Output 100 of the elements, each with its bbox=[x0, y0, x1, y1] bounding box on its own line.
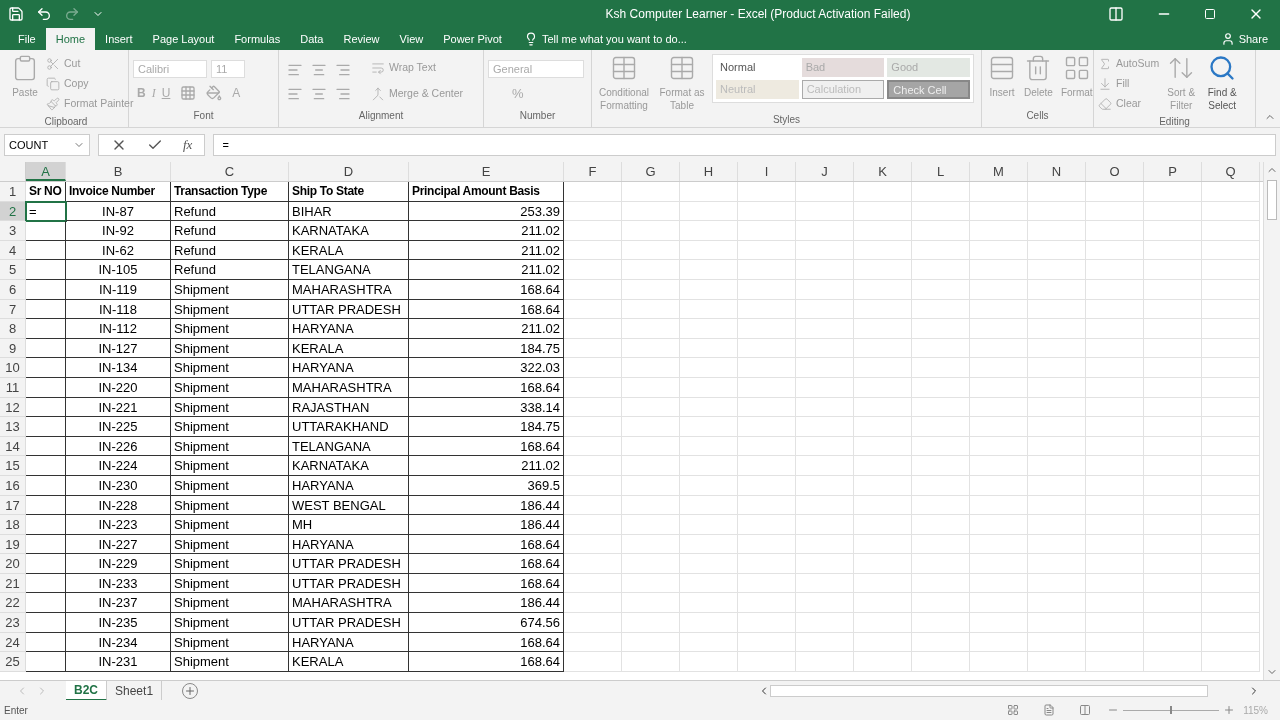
tell-me-field[interactable]: Tell me what you want to do... bbox=[515, 28, 695, 50]
column-header[interactable]: F bbox=[564, 162, 622, 181]
column-header[interactable]: Q bbox=[1202, 162, 1260, 181]
table-cell: HARYANA bbox=[289, 475, 409, 496]
column-header[interactable]: A bbox=[26, 162, 66, 181]
column-header[interactable]: D bbox=[289, 162, 409, 181]
undo-icon[interactable] bbox=[36, 6, 52, 22]
empty-cell bbox=[680, 515, 738, 535]
formula-field[interactable]: = bbox=[213, 134, 1276, 156]
save-icon[interactable] bbox=[8, 6, 24, 22]
row-header[interactable]: 9 bbox=[0, 338, 26, 359]
ribbon-tab[interactable]: Insert bbox=[95, 28, 143, 50]
column-header[interactable]: B bbox=[66, 162, 171, 181]
normal-view-icon[interactable] bbox=[1007, 704, 1020, 716]
table-cell: IN-220 bbox=[66, 377, 171, 398]
table-cell: Shipment bbox=[171, 613, 289, 633]
scroll-thumb[interactable] bbox=[1267, 180, 1277, 220]
row-header[interactable]: 24 bbox=[0, 632, 26, 653]
page-layout-view-icon[interactable] bbox=[1043, 704, 1056, 716]
row-header[interactable]: 4 bbox=[0, 240, 26, 261]
table-cell: IN-119 bbox=[66, 279, 171, 300]
empty-cell bbox=[1028, 279, 1086, 300]
ribbon-tab[interactable]: Page Layout bbox=[142, 28, 225, 50]
vertical-scrollbar[interactable] bbox=[1263, 162, 1280, 680]
page-break-view-icon[interactable] bbox=[1079, 704, 1092, 716]
column-header[interactable]: E bbox=[409, 162, 564, 181]
sheet-tab[interactable]: B2C bbox=[66, 680, 107, 701]
empty-cell bbox=[912, 573, 970, 594]
empty-cell bbox=[796, 201, 854, 222]
column-header[interactable]: H bbox=[680, 162, 738, 181]
column-header[interactable]: M bbox=[970, 162, 1028, 181]
column-header[interactable]: N bbox=[1028, 162, 1086, 181]
restore-icon[interactable] bbox=[1204, 8, 1216, 20]
row-header[interactable]: 14 bbox=[0, 436, 26, 457]
row-header[interactable]: 15 bbox=[0, 456, 26, 476]
column-header[interactable]: G bbox=[622, 162, 680, 181]
row-header[interactable]: 22 bbox=[0, 593, 26, 614]
table-cell: UTTAR PRADESH bbox=[289, 299, 409, 320]
empty-cell bbox=[912, 593, 970, 614]
ribbon-tab[interactable]: Home bbox=[45, 28, 96, 50]
ribbon-tab[interactable]: Data bbox=[290, 28, 334, 50]
empty-cell bbox=[912, 436, 970, 457]
redo-icon[interactable] bbox=[64, 6, 80, 22]
row-header[interactable]: 2 bbox=[0, 201, 26, 222]
row-header[interactable]: 16 bbox=[0, 475, 26, 496]
merge-icon bbox=[371, 87, 385, 101]
insert-function-button[interactable]: fx bbox=[183, 135, 193, 155]
row-header[interactable]: 19 bbox=[0, 534, 26, 555]
table-cell: IN-134 bbox=[66, 358, 171, 378]
table-cell: IN-233 bbox=[66, 573, 171, 594]
row-header[interactable]: 20 bbox=[0, 554, 26, 574]
row-header[interactable]: 13 bbox=[0, 417, 26, 437]
table-cell: IN-224 bbox=[66, 456, 171, 476]
row-header[interactable]: 17 bbox=[0, 495, 26, 516]
row-header[interactable]: 25 bbox=[0, 652, 26, 672]
row-header[interactable]: 18 bbox=[0, 515, 26, 535]
table-cell: Shipment bbox=[171, 358, 289, 378]
empty-cell bbox=[622, 652, 680, 672]
zoom-slider[interactable] bbox=[1123, 705, 1220, 715]
table-cell: IN-62 bbox=[66, 240, 171, 261]
column-header[interactable]: K bbox=[854, 162, 912, 181]
empty-cell bbox=[564, 534, 622, 555]
empty-cell bbox=[1202, 436, 1260, 457]
zoom-thumb[interactable] bbox=[1170, 706, 1173, 714]
ribbon-tab[interactable]: View bbox=[389, 28, 434, 50]
row-header[interactable]: 8 bbox=[0, 319, 26, 339]
find-select-button[interactable]: Find & Select bbox=[1203, 54, 1242, 112]
column-header[interactable]: I bbox=[738, 162, 796, 181]
name-box[interactable]: COUNT bbox=[4, 134, 90, 156]
row-header[interactable]: 10 bbox=[0, 358, 26, 378]
column-header[interactable]: O bbox=[1086, 162, 1144, 181]
row-header[interactable]: 3 bbox=[0, 221, 26, 241]
empty-cell bbox=[796, 397, 854, 418]
ribbon-tab[interactable]: Formulas bbox=[224, 28, 291, 50]
empty-cell bbox=[622, 201, 680, 222]
ribbon-tab[interactable]: File bbox=[8, 28, 46, 50]
row-header[interactable]: 7 bbox=[0, 299, 26, 320]
horizontal-scrollbar[interactable] bbox=[770, 684, 1208, 697]
share-button[interactable]: Share bbox=[1212, 28, 1276, 50]
column-header[interactable]: P bbox=[1144, 162, 1202, 181]
empty-cell bbox=[970, 613, 1028, 633]
empty-cell bbox=[854, 417, 912, 437]
ribbon-tab[interactable]: Review bbox=[333, 28, 390, 50]
empty-cell bbox=[970, 201, 1028, 222]
ribbon-display-icon[interactable] bbox=[1108, 6, 1124, 22]
column-header[interactable]: J bbox=[796, 162, 854, 181]
column-header[interactable]: C bbox=[171, 162, 289, 181]
ribbon-tab[interactable]: Power Pivot bbox=[433, 28, 512, 50]
row-header[interactable]: 23 bbox=[0, 613, 26, 633]
empty-cell bbox=[680, 279, 738, 300]
row-header[interactable]: 6 bbox=[0, 279, 26, 300]
row-header[interactable]: 1 bbox=[0, 182, 26, 202]
row-header[interactable]: 21 bbox=[0, 573, 26, 594]
empty-cell bbox=[796, 456, 854, 476]
table-cell: IN-228 bbox=[66, 495, 171, 516]
row-header[interactable]: 11 bbox=[0, 377, 26, 398]
row-header[interactable]: 12 bbox=[0, 397, 26, 418]
column-header[interactable]: L bbox=[912, 162, 970, 181]
empty-cell bbox=[1086, 260, 1144, 280]
row-header[interactable]: 5 bbox=[0, 260, 26, 280]
